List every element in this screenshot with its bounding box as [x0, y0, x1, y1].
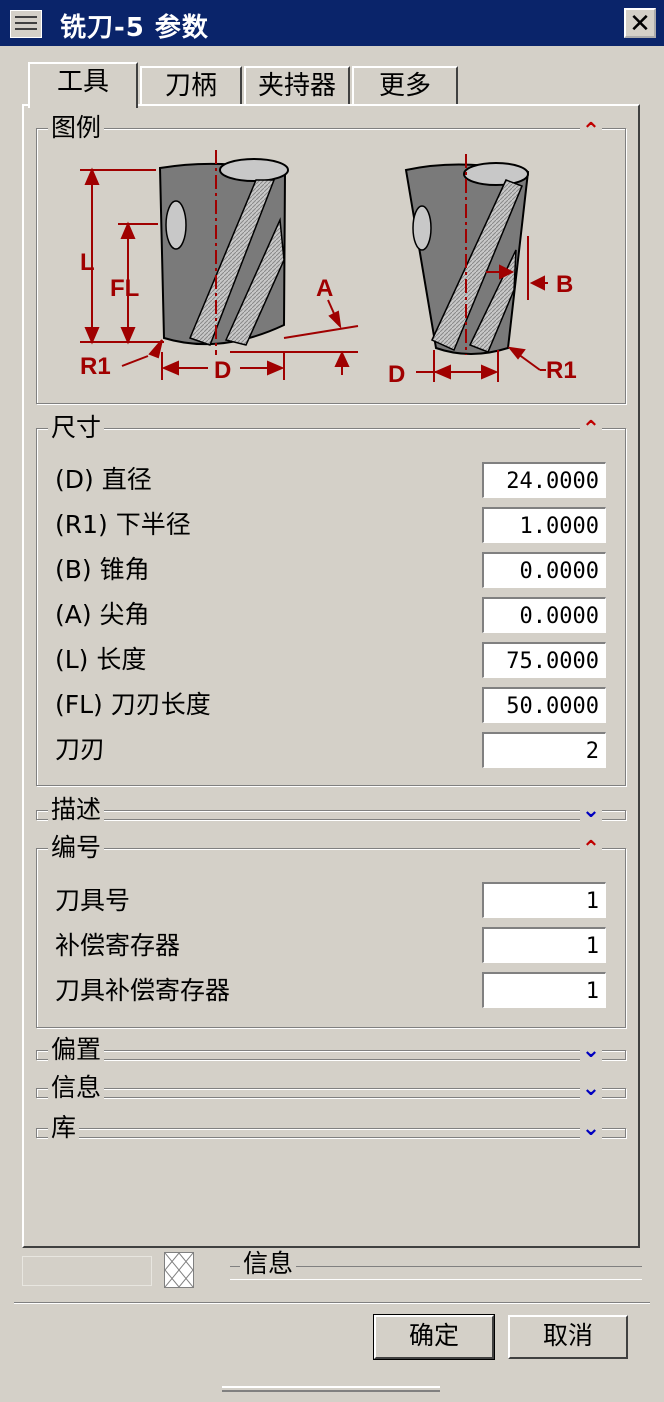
description-group: [36, 810, 626, 820]
cutcom-register-field[interactable]: 1: [482, 972, 606, 1008]
status-label: 信息: [240, 1250, 297, 1278]
dim-label-D-right: D: [388, 361, 405, 388]
adjust-register-field[interactable]: 1: [482, 927, 606, 963]
resize-grip[interactable]: [222, 1386, 440, 1392]
collapse-dimensions-icon[interactable]: ⌃: [580, 419, 602, 441]
status-field: [22, 1256, 152, 1286]
length-label: (L) 长度: [55, 645, 147, 674]
title-bar: 铣刀-5 参数 ✕: [0, 0, 664, 46]
lower-radius-label: (R1) 下半径: [55, 510, 191, 539]
offset-group: [36, 1050, 626, 1060]
window-menu-icon[interactable]: [10, 10, 42, 38]
tool-number-field[interactable]: 1: [482, 882, 606, 918]
flutes-field[interactable]: 2: [482, 732, 606, 768]
tool-diagram: L FL R1 D A B D R1: [80, 150, 577, 388]
tab-holder[interactable]: 夹持器: [244, 66, 350, 106]
cutcom-register-label: 刀具补偿寄存器: [55, 976, 231, 1005]
dim-label-A: A: [316, 275, 333, 302]
dim-label-D-left: D: [214, 357, 231, 384]
tab-shank[interactable]: 刀柄: [140, 66, 242, 106]
taper-angle-field[interactable]: 0.0000: [482, 552, 606, 588]
description-label[interactable]: 描述: [48, 796, 105, 824]
flutes-label: 刀刃: [55, 735, 106, 764]
diameter-field[interactable]: 24.0000: [482, 462, 606, 498]
adjust-register-label: 补偿寄存器: [55, 931, 181, 960]
taper-angle-label: (B) 锥角: [55, 555, 150, 584]
tip-angle-field[interactable]: 0.0000: [482, 597, 606, 633]
expand-offset-icon[interactable]: ⌄: [580, 1040, 602, 1062]
info-group: [36, 1088, 626, 1098]
library-label[interactable]: 库: [48, 1114, 80, 1142]
numbering-label: 编号: [48, 834, 105, 862]
legend-label: 图例: [48, 114, 105, 142]
dim-label-R1-left: R1: [80, 353, 111, 380]
flute-length-label: (FL) 刀刃长度: [55, 690, 211, 719]
window-title: 铣刀-5 参数: [60, 13, 209, 43]
dim-label-R1-right: R1: [546, 357, 577, 384]
flute-length-field[interactable]: 50.0000: [482, 687, 606, 723]
dim-label-B: B: [556, 271, 573, 298]
dim-label-FL: FL: [110, 275, 139, 302]
length-field[interactable]: 75.0000: [482, 642, 606, 678]
tip-angle-label: (A) 尖角: [55, 600, 150, 629]
expand-description-icon[interactable]: ⌄: [580, 800, 602, 822]
tab-more[interactable]: 更多: [352, 66, 458, 106]
library-group: [36, 1128, 626, 1138]
info-label[interactable]: 信息: [48, 1074, 105, 1102]
dimensions-label: 尺寸: [48, 414, 105, 442]
offset-label[interactable]: 偏置: [48, 1036, 105, 1064]
tab-tool[interactable]: 工具: [28, 62, 138, 108]
cancel-button[interactable]: 取消: [508, 1315, 628, 1359]
diameter-label: (D) 直径: [55, 465, 152, 494]
status-hatch-icon: [164, 1252, 194, 1288]
close-button[interactable]: ✕: [624, 8, 656, 38]
dim-label-L: L: [80, 249, 95, 276]
divider: [14, 1302, 650, 1304]
lower-radius-field[interactable]: 1.0000: [482, 507, 606, 543]
tool-number-label: 刀具号: [55, 886, 131, 915]
tool-right-shape: [404, 154, 530, 355]
expand-info-icon[interactable]: ⌄: [580, 1078, 602, 1100]
collapse-numbering-icon[interactable]: ⌃: [580, 839, 602, 861]
tool-left-shape: [158, 150, 289, 355]
expand-library-icon[interactable]: ⌄: [580, 1118, 602, 1140]
ok-button[interactable]: 确定: [373, 1314, 495, 1360]
